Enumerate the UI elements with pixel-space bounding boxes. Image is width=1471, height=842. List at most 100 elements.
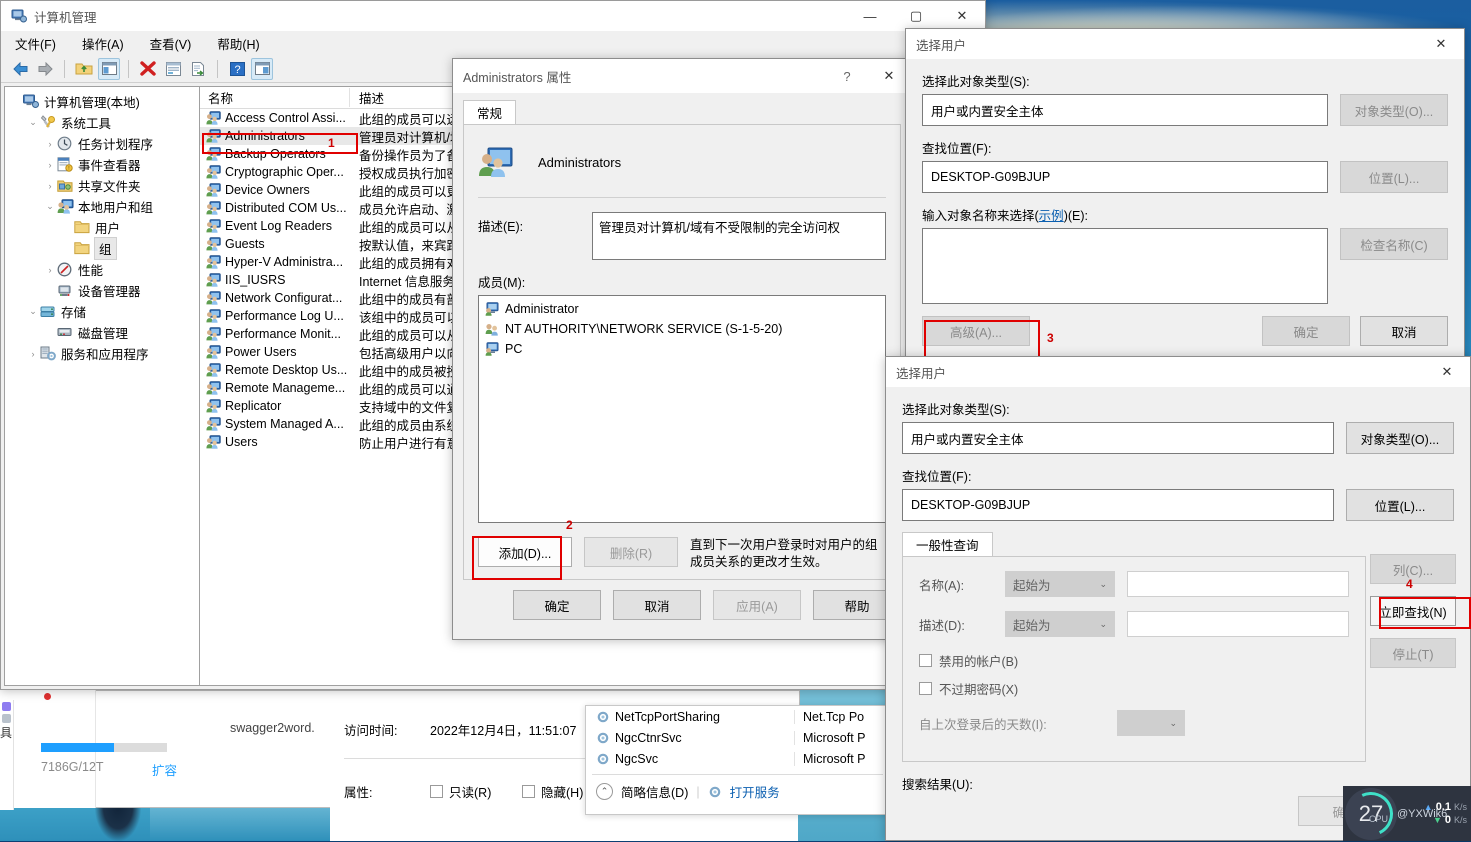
tree-node-2[interactable]: › 任务计划程序 — [5, 133, 199, 154]
find-now-button[interactable]: 立即查找(N) — [1370, 596, 1456, 626]
svg-text:!: ! — [68, 166, 69, 172]
close-button[interactable]: ✕ — [1418, 29, 1464, 59]
tab-strip[interactable]: 常规 — [463, 100, 901, 125]
readonly-checkbox[interactable]: 只读(R) — [430, 782, 491, 801]
chevron-right-icon[interactable]: › — [43, 265, 57, 275]
tab-general[interactable]: 常规 — [463, 100, 517, 124]
tree-node-label: 任务计划程序 — [78, 138, 154, 152]
title-bar[interactable]: 选择用户 ✕ — [906, 29, 1464, 59]
object-type-input[interactable]: 用户或内置安全主体 — [922, 94, 1328, 126]
device-manager-icon — [57, 283, 74, 299]
group-name-cell: Device Owners — [200, 183, 350, 197]
back-arrow-icon[interactable] — [9, 58, 31, 80]
close-button[interactable]: ✕ — [939, 1, 985, 31]
tab-common-queries[interactable]: 一般性查询 — [902, 532, 993, 556]
service-row[interactable]: NetTcpPortSharing Net.Tcp Po — [586, 706, 889, 727]
tree-node-7[interactable]: 组 — [5, 237, 199, 260]
chevron-right-icon[interactable]: › — [43, 160, 57, 170]
title-bar[interactable]: 选择用户 ✕ — [886, 357, 1470, 387]
up-folder-icon[interactable] — [73, 58, 95, 80]
description-input[interactable]: 管理员对计算机/域有不受限制的完全访问权 — [592, 212, 886, 260]
service-name: NgcSvc — [615, 751, 659, 766]
service-row[interactable]: NgcSvc Microsoft P — [586, 748, 889, 769]
select-user-dialog-2[interactable]: 选择用户 ✕ 选择此对象类型(S): 用户或内置安全主体 对象类型(O)... … — [885, 356, 1471, 841]
hidden-checkbox[interactable]: 隐藏(H) — [522, 782, 583, 801]
example-link[interactable]: 示例 — [1039, 209, 1064, 223]
object-type-button[interactable]: 对象类型(O)... — [1346, 422, 1454, 454]
location-button[interactable]: 位置(L)... — [1346, 489, 1454, 521]
close-button[interactable]: ✕ — [1424, 357, 1470, 387]
tree-node-9[interactable]: 设备管理器 — [5, 280, 199, 301]
tree-node-3[interactable]: ›! 事件查看器 — [5, 154, 199, 175]
open-service-link[interactable]: 打开服务 — [730, 782, 780, 801]
cancel-button[interactable]: 取消 — [613, 590, 701, 620]
show-action-pane-icon[interactable] — [251, 57, 273, 80]
ok-button[interactable]: 确定 — [513, 590, 601, 620]
help-icon[interactable]: ? — [226, 58, 248, 80]
tree-node-8[interactable]: › 性能 — [5, 259, 199, 280]
chevron-right-icon[interactable]: › — [43, 139, 57, 149]
administrators-properties-dialog[interactable]: Administrators 属性 ? ✕ 常规 Administrators — [452, 58, 912, 640]
menu-action[interactable]: 操作(A) — [82, 34, 124, 53]
tab-strip[interactable]: 一般性查询 — [902, 532, 1366, 557]
object-type-input[interactable]: 用户或内置安全主体 — [902, 422, 1334, 454]
tree-node-0[interactable]: 计算机管理(本地) — [5, 91, 199, 112]
file-name-label: swagger2word. — [230, 721, 315, 735]
tree-node-4[interactable]: › 共享文件夹 — [5, 175, 199, 196]
members-listbox[interactable]: Administrator NT AUTHORITY\NETWORK SERVIC… — [478, 295, 886, 523]
object-type-label: 选择此对象类型(S): — [922, 75, 1030, 89]
add-button[interactable]: 添加(D)... — [478, 537, 572, 567]
object-names-input[interactable] — [922, 228, 1328, 304]
column-header-name[interactable]: 名称 — [200, 88, 350, 107]
tree-node-1[interactable]: ⌄ 系统工具 — [5, 112, 199, 133]
chevron-down-icon[interactable]: ⌄ — [26, 117, 40, 128]
expand-capacity-link[interactable]: 扩容 — [152, 760, 177, 779]
chevron-right-icon[interactable]: › — [43, 181, 57, 191]
svg-text:?: ? — [234, 64, 240, 76]
tree-node-label: 事件查看器 — [78, 159, 141, 173]
location-input[interactable]: DESKTOP-G09BJUP — [922, 161, 1328, 193]
apply-button: 应用(A) — [713, 590, 801, 620]
menu-bar[interactable]: 文件(F) 操作(A) 查看(V) 帮助(H) — [1, 31, 985, 55]
group-icon — [206, 237, 221, 251]
days-select: ⌄ — [1117, 710, 1185, 736]
group-icon — [478, 146, 514, 178]
tree-node-6[interactable]: 用户 — [5, 217, 199, 238]
select-user-dialog-1[interactable]: 选择用户 ✕ 选择此对象类型(S): 用户或内置安全主体 对象类型(O)... … — [905, 28, 1465, 364]
dialog-body: Administrators 描述(E): 管理员对计算机/域有不受限制的完全访… — [463, 125, 901, 580]
description-label: 描述(E): — [478, 220, 524, 234]
title-bar[interactable]: Administrators 属性 ? ✕ — [453, 59, 911, 93]
maximize-button[interactable]: ▢ — [893, 1, 939, 31]
export-list-icon[interactable] — [187, 58, 209, 80]
title-bar[interactable]: 计算机管理 — ▢ ✕ — [1, 1, 985, 31]
show-hide-tree-icon[interactable] — [98, 57, 120, 80]
list-item[interactable]: PC — [481, 339, 883, 359]
service-row[interactable]: NgcCtnrSvc Microsoft P — [586, 727, 889, 748]
menu-file[interactable]: 文件(F) — [15, 34, 56, 53]
menu-view[interactable]: 查看(V) — [150, 34, 192, 53]
menu-help[interactable]: 帮助(H) — [217, 34, 259, 53]
forward-arrow-icon[interactable] — [34, 58, 56, 80]
help-button[interactable]: ? — [827, 61, 867, 91]
chevron-right-icon[interactable]: › — [26, 349, 40, 359]
brief-info-toggle[interactable]: ⌃ 简略信息(D) | 打开服务 — [596, 782, 780, 801]
list-item[interactable]: Administrator — [481, 299, 883, 319]
chevron-down-icon[interactable]: ⌄ — [26, 306, 40, 317]
chevron-down-icon[interactable]: ⌄ — [43, 201, 57, 212]
advanced-button[interactable]: 高级(A)... — [922, 316, 1030, 346]
delete-icon[interactable] — [137, 58, 159, 80]
minimize-button[interactable]: — — [847, 1, 893, 31]
location-input[interactable]: DESKTOP-G09BJUP — [902, 489, 1334, 521]
services-icon — [40, 346, 57, 362]
tree-node-10[interactable]: ⌄ 存储 — [5, 301, 199, 322]
tree-node-label: 服务和应用程序 — [61, 348, 149, 362]
cancel-button[interactable]: 取消 — [1360, 316, 1448, 346]
tree-node-5[interactable]: ⌄ 本地用户和组 — [5, 196, 199, 217]
tree-node-12[interactable]: › 服务和应用程序 — [5, 343, 199, 364]
rail-icon-2 — [2, 714, 11, 723]
list-item[interactable]: NT AUTHORITY\NETWORK SERVICE (S-1-5-20) — [481, 319, 883, 339]
tree-node-11[interactable]: 磁盘管理 — [5, 322, 199, 343]
console-tree[interactable]: 计算机管理(本地) ⌄ 系统工具 › 任务计划程序 ›! 事件查看器 › 共享文件夹 ⌄ 本地用户和… — [4, 86, 200, 686]
properties-icon[interactable] — [162, 58, 184, 80]
net-speed-widget[interactable]: 27 ▲ 0.1 K/s ▼ 0 K/s CPU @YXWik6 — [1342, 785, 1471, 842]
